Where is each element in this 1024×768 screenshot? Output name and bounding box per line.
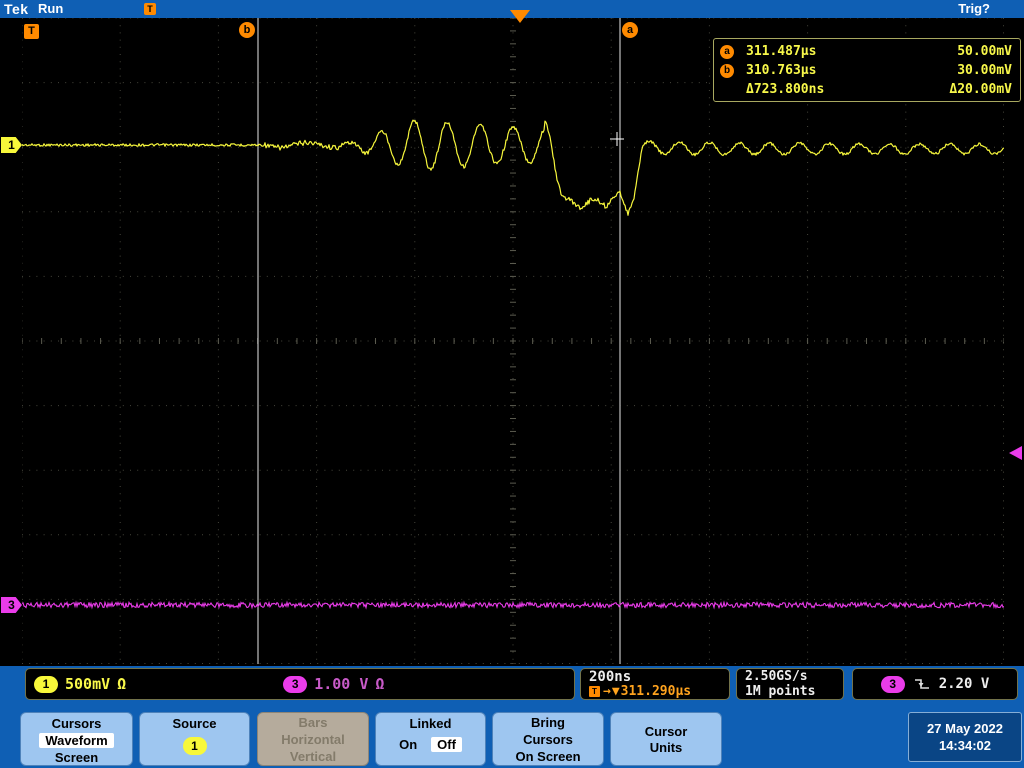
top-bar: Tek Run T Trig? bbox=[0, 0, 1024, 18]
cursor-delta-readout: Δ723.800ns Δ20.00mV bbox=[720, 80, 1012, 99]
menu-bars-button-disabled: Bars Horizontal Vertical bbox=[257, 712, 369, 766]
menu-source-button[interactable]: Source 1 bbox=[139, 712, 250, 766]
datetime-display: 27 May 2022 14:34:02 bbox=[908, 712, 1022, 762]
ch1-coupling: Ω bbox=[117, 675, 127, 693]
menu-cursor-units-button[interactable]: Cursor Units bbox=[610, 712, 722, 766]
cursor-a-icon: a bbox=[720, 44, 734, 59]
trigger-source-badge: 3 bbox=[880, 675, 905, 693]
source-channel-badge: 1 bbox=[182, 737, 207, 755]
cursor-b-icon: b bbox=[720, 63, 734, 78]
trigger-icon: T bbox=[144, 3, 156, 15]
acquisition-readout: 2.50GS/s 1M points bbox=[736, 668, 844, 700]
bring-line1: Bring bbox=[531, 714, 565, 730]
graticule-area: T 1 3 b a a 311.487µs 50.00mV b 310.763µ… bbox=[0, 18, 1024, 666]
date-text: 27 May 2022 bbox=[927, 721, 1003, 736]
bars-line2: Horizontal bbox=[281, 731, 345, 747]
channel-3-position-marker[interactable]: 3 bbox=[1, 597, 22, 613]
ch3-scale-group: 3 1.00 V Ω bbox=[283, 675, 384, 693]
cursor-a-readout: a 311.487µs 50.00mV bbox=[720, 42, 1012, 61]
cursor-delta-volt: Δ20.00mV bbox=[949, 82, 1012, 97]
menu-bring-cursors-button[interactable]: Bring Cursors On Screen bbox=[492, 712, 604, 766]
menu-cursors-mode-button[interactable]: Cursors Waveform Screen bbox=[20, 712, 133, 766]
record-length: 1M points bbox=[745, 684, 816, 699]
cursor-a-volt: 50.00mV bbox=[957, 44, 1012, 59]
acquisition-status: Run bbox=[38, 1, 64, 16]
falling-edge-icon bbox=[914, 679, 929, 689]
bring-line3: On Screen bbox=[515, 748, 581, 764]
timebase-readout: 200ns T → ▼ 311.290µs bbox=[580, 668, 730, 700]
cursors-option-waveform[interactable]: Waveform bbox=[39, 733, 114, 748]
ch3-coupling: Ω bbox=[375, 675, 385, 693]
trigger-level-value: 2.20 V bbox=[938, 676, 990, 692]
cursor-a-time: 311.487µs bbox=[746, 44, 817, 59]
cursor-b-handle[interactable]: b bbox=[239, 22, 255, 38]
units-line2: Units bbox=[649, 739, 683, 755]
cursor-b-volt: 30.00mV bbox=[957, 63, 1012, 78]
linked-on-option[interactable]: On bbox=[399, 737, 417, 752]
trigger-level-arrow[interactable] bbox=[1009, 446, 1022, 460]
cursor-readout-box: a 311.487µs 50.00mV b 310.763µs 30.00mV … bbox=[713, 38, 1021, 102]
linked-off-option[interactable]: Off bbox=[431, 737, 462, 752]
cursors-option-screen[interactable]: Screen bbox=[55, 750, 98, 765]
trigger-status: Trig? bbox=[958, 1, 990, 16]
trigger-time-marker[interactable]: T bbox=[24, 24, 39, 39]
source-title: Source bbox=[172, 716, 217, 731]
time-text: 14:34:02 bbox=[938, 738, 992, 753]
cursor-delta-time: Δ723.800ns bbox=[746, 82, 825, 97]
ch3-badge[interactable]: 3 bbox=[283, 675, 308, 693]
cursors-title: Cursors bbox=[51, 716, 102, 731]
ch3-trace bbox=[22, 600, 1004, 610]
trigger-delay: T → ▼ 311.290µs bbox=[589, 683, 721, 699]
waveform-display bbox=[22, 18, 1004, 664]
linked-title: Linked bbox=[409, 716, 452, 731]
oscilloscope-screen: Tek Run T Trig? T 1 3 b a a 311.487µs 50… bbox=[0, 0, 1024, 768]
bars-line1: Bars bbox=[298, 714, 328, 730]
channel-scale-readout: 1 500mV Ω 3 1.00 V Ω bbox=[25, 668, 575, 700]
ch1-badge[interactable]: 1 bbox=[34, 675, 58, 693]
timebase-scale: 200ns bbox=[589, 668, 632, 685]
trigger-delay-icon: T bbox=[589, 686, 600, 697]
cursor-b-time: 310.763µs bbox=[746, 63, 817, 78]
status-strip: 1 500mV Ω 3 1.00 V Ω 200ns T → ▼ 311.290… bbox=[0, 666, 1024, 712]
channel-1-position-marker[interactable]: 1 bbox=[1, 137, 22, 153]
ch3-scale: 1.00 V bbox=[314, 675, 369, 693]
menu-linked-button[interactable]: Linked On Off bbox=[375, 712, 486, 766]
ch1-scale: 500mV bbox=[65, 675, 111, 693]
cursor-b-readout: b 310.763µs 30.00mV bbox=[720, 61, 1012, 80]
tek-logo: Tek bbox=[4, 1, 29, 17]
units-line1: Cursor bbox=[644, 723, 688, 739]
trigger-delay-tri: ▼ bbox=[611, 683, 620, 699]
trigger-delay-value: 311.290µs bbox=[620, 683, 692, 699]
trigger-delay-arrow: → bbox=[603, 683, 611, 699]
bring-line2: Cursors bbox=[523, 731, 573, 747]
bars-line3: Vertical bbox=[289, 748, 337, 764]
sample-rate: 2.50GS/s bbox=[745, 669, 808, 684]
trigger-readout: 3 2.20 V bbox=[852, 668, 1018, 700]
cursor-a-handle[interactable]: a bbox=[622, 22, 638, 38]
